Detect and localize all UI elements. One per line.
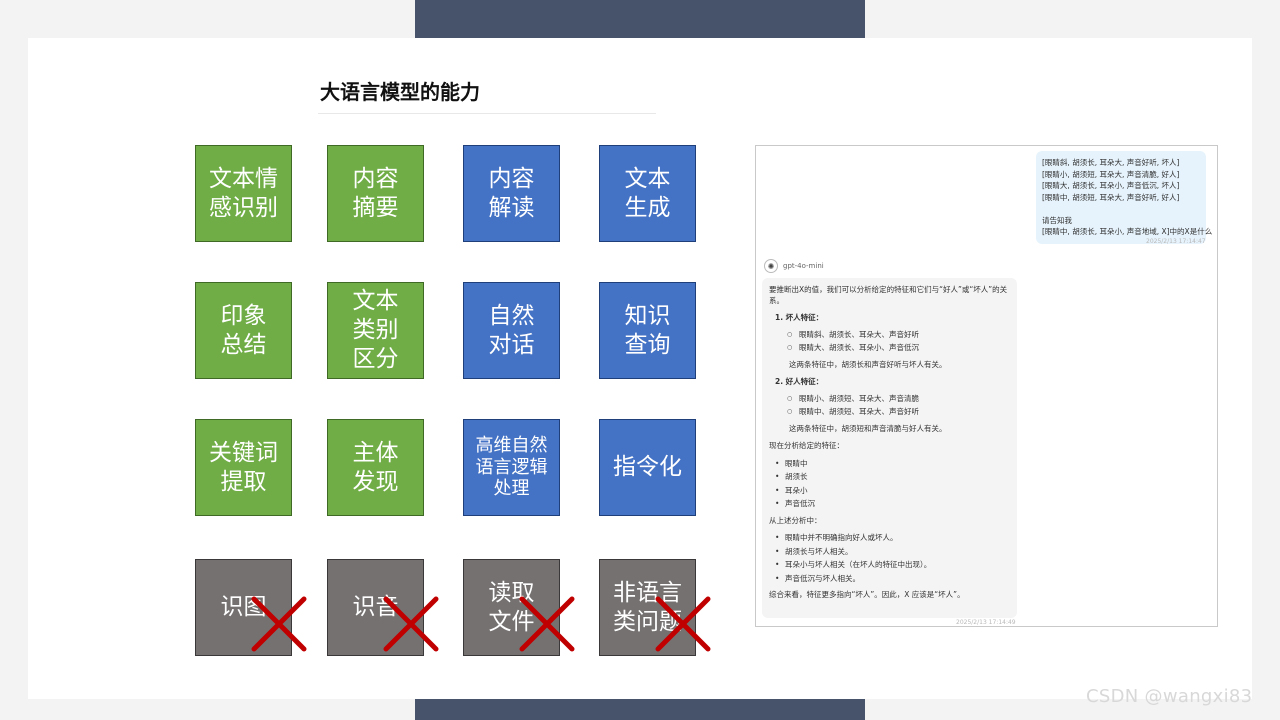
- chat-screenshot: [眼睛斜, 胡须长, 耳朵大, 声音好听, 坏人] [眼睛小, 胡须短, 耳朵大,…: [755, 145, 1218, 627]
- capability-tile: 指令化: [599, 419, 696, 516]
- capability-tile: 读取 文件: [463, 559, 560, 656]
- openai-icon: ✺: [764, 259, 778, 273]
- list-item: 胡须长: [769, 472, 1010, 483]
- good-traits-note: 这两条特征中，胡须短和声音清脆与好人有关。: [789, 423, 947, 433]
- model-header: ✺ gpt-4o-mini: [764, 259, 824, 273]
- answer-intro: 要推断出X的值，我们可以分析给定的特征和它们与“好人”或“坏人”的关系。: [769, 285, 1008, 305]
- list-item: 胡须长与坏人相关。: [769, 547, 1010, 558]
- capability-tile: 文本情 感识别: [195, 145, 292, 242]
- list-item: 眼睛中: [769, 459, 1010, 470]
- top-band: [415, 0, 865, 38]
- csdn-watermark: CSDN @wangxi83: [1086, 686, 1253, 707]
- user-message-line: [眼睛大, 胡须长, 耳朵小, 声音低沉, 坏人]: [1042, 181, 1180, 190]
- slide-title: 大语言模型的能力: [320, 80, 480, 104]
- list-item: 眼睛斜、胡须长、耳朵大、声音好听: [769, 330, 1010, 341]
- analysis-title: 从上述分析中：: [769, 515, 822, 525]
- good-traits-list: 眼睛小、胡须短、耳朵大、声音清脆眼睛中、胡须短、耳朵大、声音好听: [769, 394, 1010, 418]
- answer-conclusion: 综合来看，特征更多指向“坏人”。因此，X 应该是“坏人”。: [769, 590, 965, 599]
- capability-tile: 关键词 提取: [195, 419, 292, 516]
- capability-tile: 文本 类别 区分: [327, 282, 424, 379]
- title-underline: [318, 113, 656, 114]
- user-message-line: [1042, 203, 1200, 215]
- bad-traits-list: 眼睛斜、胡须长、耳朵大、声音好听眼睛大、胡须长、耳朵小、声音低沉: [769, 330, 1010, 354]
- capability-tile: 内容 摘要: [327, 145, 424, 242]
- bad-traits-title: 1. 坏人特征：: [775, 313, 824, 322]
- assistant-message: 要推断出X的值，我们可以分析给定的特征和它们与“好人”或“坏人”的关系。 1. …: [762, 278, 1017, 618]
- answer-time: 2025/2/13 17:14:49: [956, 619, 1016, 626]
- list-item: 声音低沉: [769, 499, 1010, 510]
- capability-tile: 内容 解读: [463, 145, 560, 242]
- bottom-band: [415, 699, 865, 720]
- given-traits-list: 眼睛中胡须长耳朵小声音低沉: [769, 459, 1010, 510]
- list-item: 耳朵小与坏人相关（在坏人的特征中出现）。: [769, 560, 1010, 571]
- user-message-time: 2025/2/13 17:14:47: [1146, 238, 1206, 245]
- user-message: [眼睛斜, 胡须长, 耳朵大, 声音好听, 坏人] [眼睛小, 胡须短, 耳朵大,…: [1036, 151, 1213, 244]
- model-name: gpt-4o-mini: [783, 262, 824, 270]
- capability-tile: 识图: [195, 559, 292, 656]
- capability-tile: 印象 总结: [195, 282, 292, 379]
- capability-tile: 识音: [327, 559, 424, 656]
- bad-traits-note: 这两条特征中，胡须长和声音好听与坏人有关。: [789, 359, 947, 369]
- capability-tile: 主体 发现: [327, 419, 424, 516]
- slide: 大语言模型的能力 文本情 感识别 内容 摘要 内容 解读 文本 生成印象 总结 文本 类…: [28, 38, 1252, 699]
- capability-tile: 非语言 类问题: [599, 559, 696, 656]
- capability-tile: 知识 查询: [599, 282, 696, 379]
- capability-tile: 自然 对话: [463, 282, 560, 379]
- list-item: 眼睛小、胡须短、耳朵大、声音清脆: [769, 394, 1010, 405]
- capability-tile: 文本 生成: [599, 145, 696, 242]
- capability-tile: 高维自然 语言逻辑 处理: [463, 419, 560, 516]
- user-message-line: [眼睛小, 胡须短, 耳朵大, 声音清脆, 好人]: [1042, 169, 1180, 179]
- list-item: 耳朵小: [769, 486, 1010, 497]
- list-item: 眼睛中并不明确指向好人或坏人。: [769, 533, 1010, 544]
- list-item: 眼睛大、胡须长、耳朵小、声音低沉: [769, 343, 1010, 354]
- list-item: 声音低沉与坏人相关。: [769, 574, 1010, 585]
- user-message-line: [眼睛斜, 胡须长, 耳朵大, 声音好听, 坏人]: [1042, 158, 1180, 167]
- user-message-line: [眼睛中, 胡须长, 耳朵小, 声音地域, X]中的X是什么: [1042, 227, 1213, 236]
- user-message-line: 请告知我: [1042, 215, 1072, 225]
- analysis-list: 眼睛中并不明确指向好人或坏人。胡须长与坏人相关。耳朵小与坏人相关（在坏人的特征中…: [769, 533, 1010, 584]
- user-message-line: [眼睛中, 胡须短, 耳朵大, 声音好听, 好人]: [1042, 192, 1180, 202]
- given-title: 现在分析给定的特征：: [769, 441, 844, 450]
- list-item: 眼睛中、胡须短、耳朵大、声音好听: [769, 407, 1010, 418]
- good-traits-title: 2. 好人特征：: [775, 377, 824, 386]
